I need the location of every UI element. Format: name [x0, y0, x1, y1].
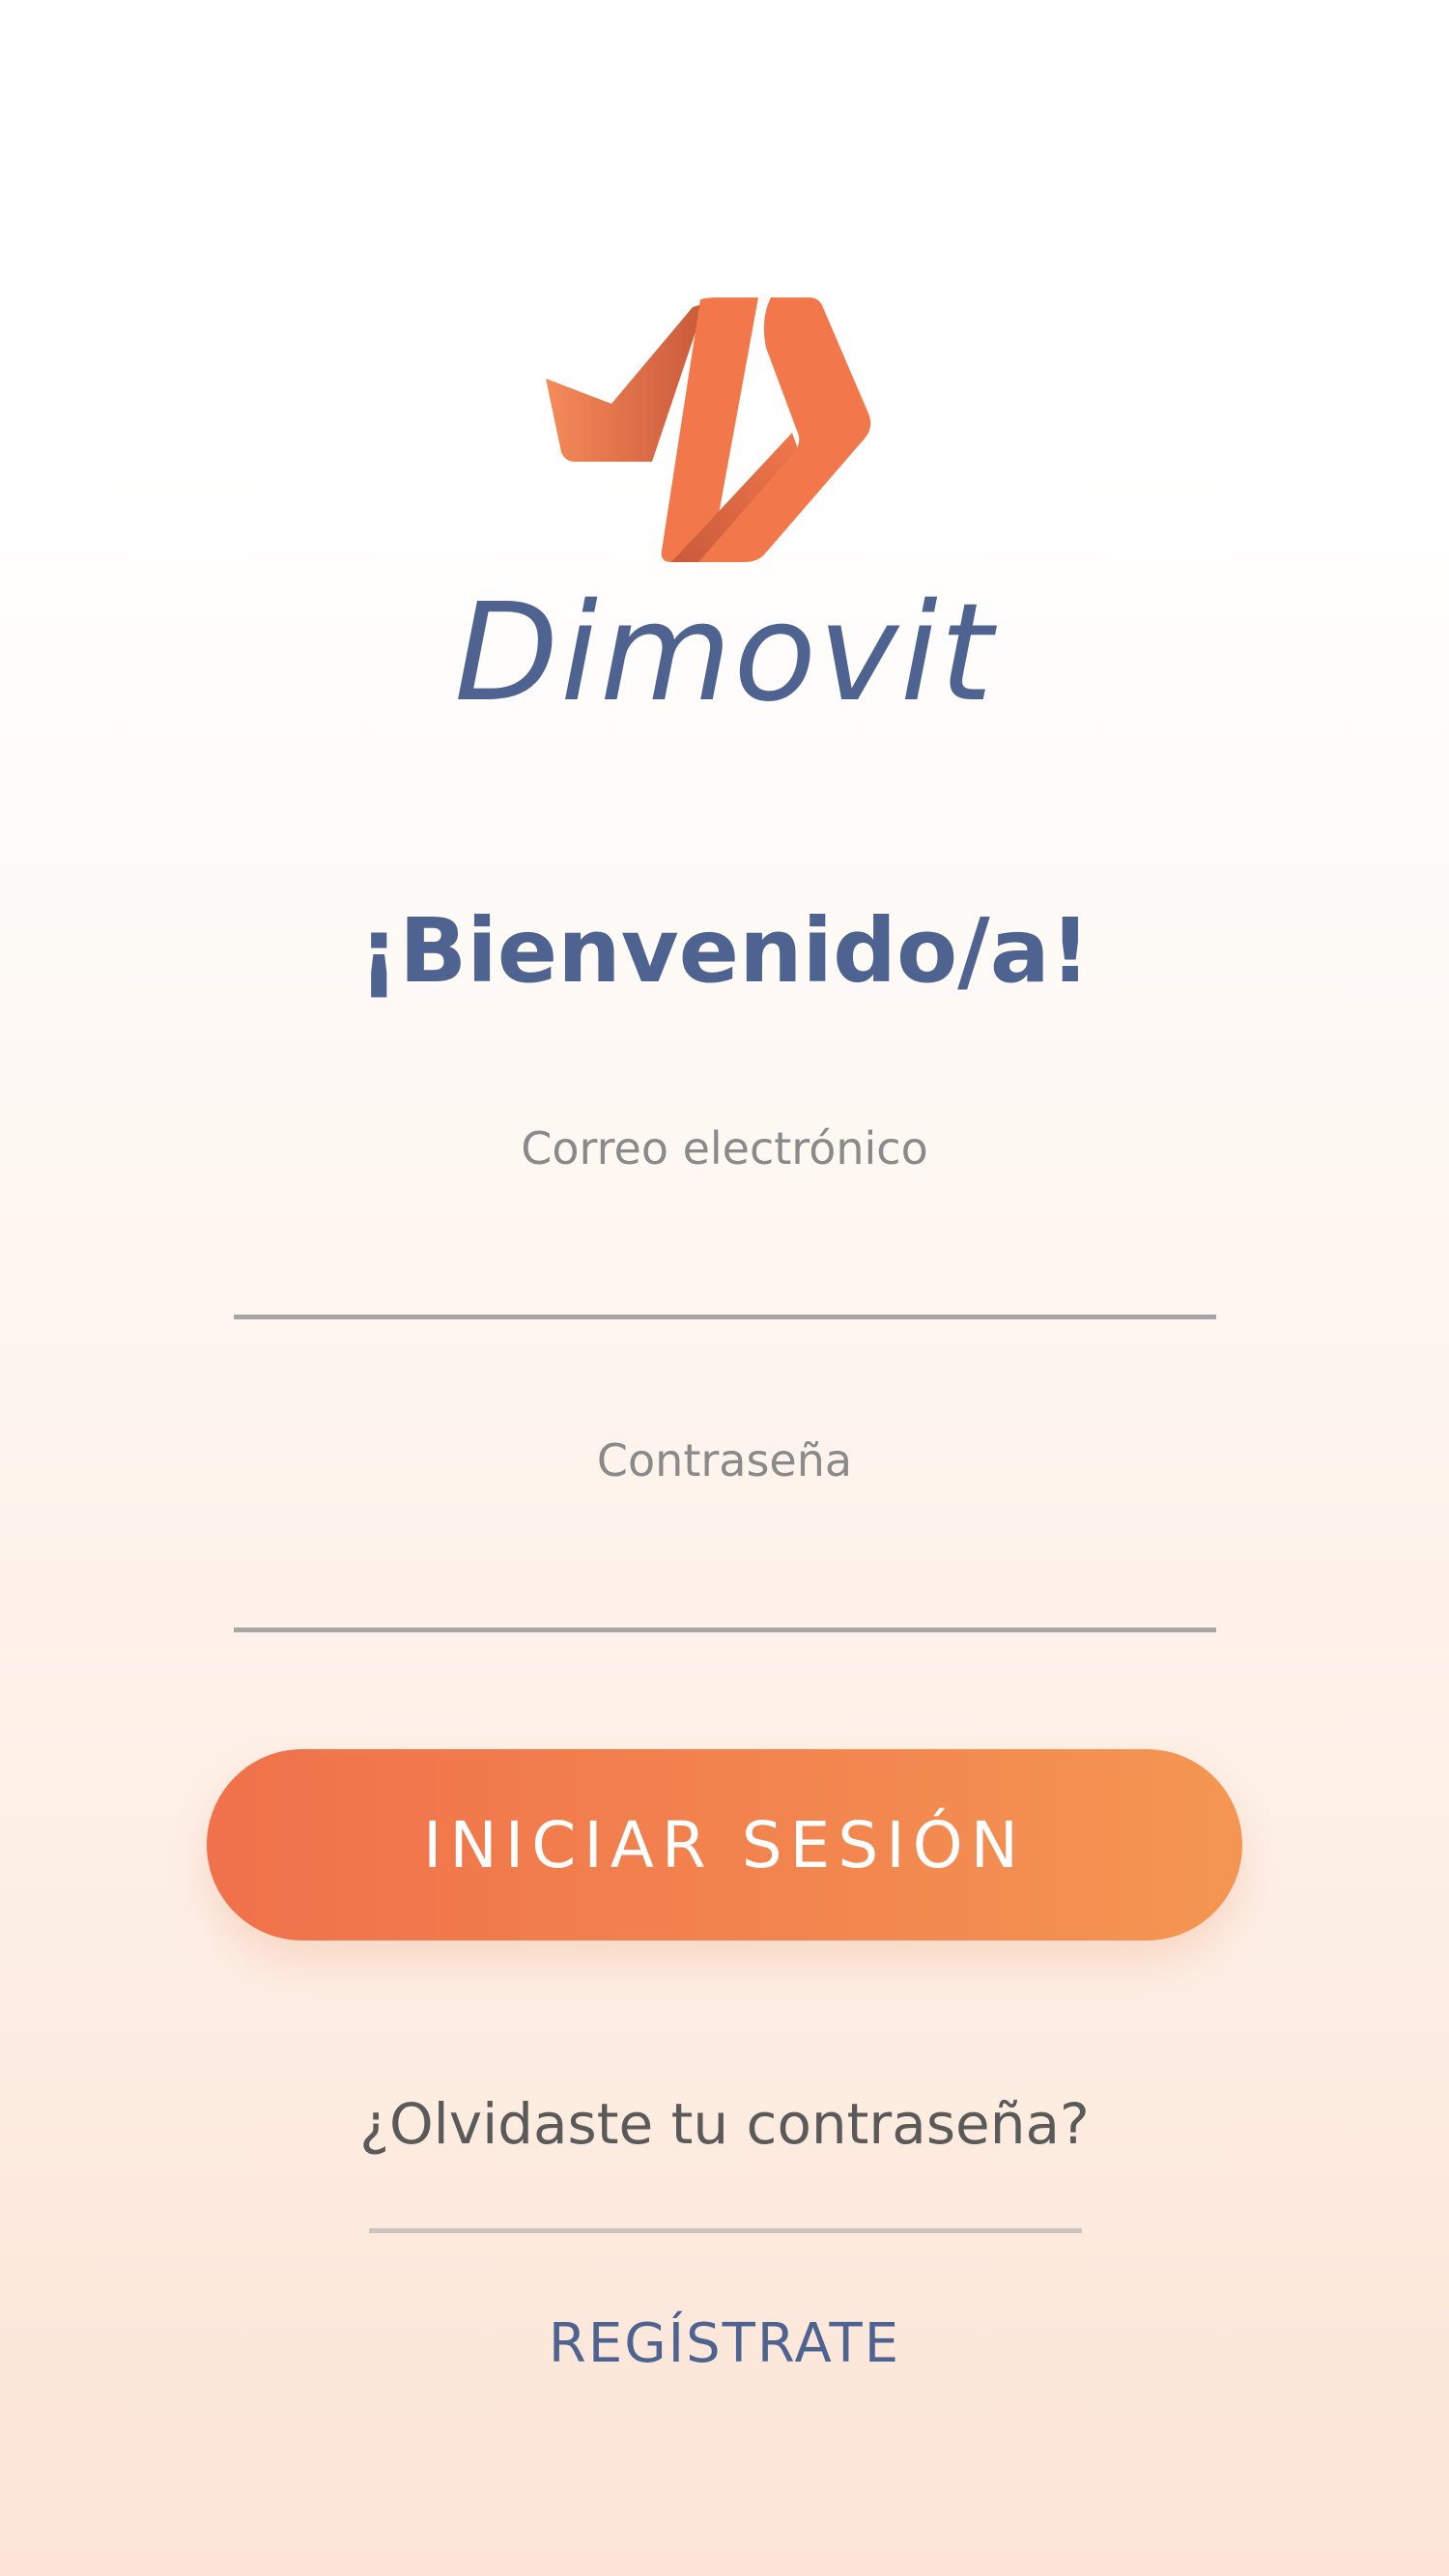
- brand-wordmark: Dimovit: [454, 575, 995, 732]
- forgot-password-link[interactable]: ¿Olvidaste tu contraseña?: [0, 2091, 1449, 2159]
- register-link[interactable]: REGÍSTRATE: [0, 2311, 1449, 2376]
- divider: [369, 2228, 1082, 2233]
- login-button[interactable]: INICIAR SESIÓN: [207, 1749, 1242, 1940]
- email-field[interactable]: [234, 1232, 1216, 1319]
- login-screen: Dimovit ¡Bienvenido/a! Correo electrónic…: [0, 0, 1449, 2576]
- welcome-title: ¡Bienvenido/a!: [358, 899, 1091, 1003]
- email-label: Correo electrónico: [521, 1122, 928, 1175]
- dimovit-logo-icon: [546, 297, 871, 562]
- login-button-label: INICIAR SESIÓN: [422, 1807, 1027, 1882]
- password-field[interactable]: [234, 1545, 1216, 1632]
- password-label: Contraseña: [596, 1434, 853, 1486]
